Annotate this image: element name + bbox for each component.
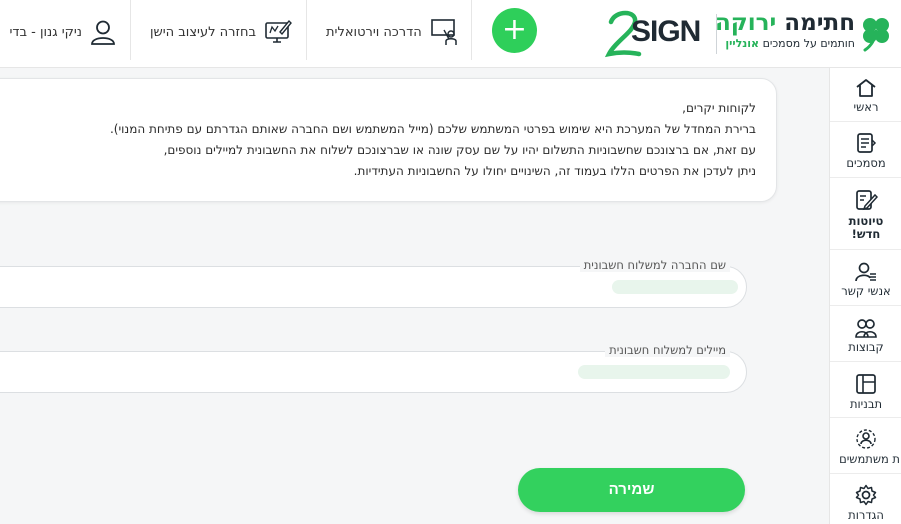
sidebar-item-home[interactable]: ראשי [830, 68, 901, 122]
notice-line-4: ניתן לעדכן את הפרטים הללו בעמוד זה, השינ… [353, 164, 756, 178]
sidebar-item-drafts[interactable]: טיוטות חדש! [830, 178, 901, 250]
sidebar-item-label: תבניות [849, 397, 883, 411]
user-name: ניקי גנון - בדי [9, 24, 83, 40]
header-divider [130, 0, 131, 60]
content-scroll-gutter [793, 68, 829, 524]
sidebar-item-label: אנשי קשר [841, 284, 891, 298]
save-button[interactable]: שמירה [518, 468, 745, 512]
virtual-guide-label: הדרכה וירטואלית [326, 24, 422, 40]
invoice-notice-box: לקוחות יקרים, ברירת המחדל של המערכת היא … [0, 78, 777, 202]
old-design-link[interactable]: בחזרה לעיצוב הישן [150, 14, 292, 50]
sidebar-item-label: ראשי [853, 100, 879, 114]
2sign-logo: SIGN [605, 6, 709, 62]
header-divider [471, 0, 472, 60]
brand-main-green: ירוקה [714, 10, 777, 36]
company-name-value[interactable] [612, 280, 738, 294]
notice-line-2: ברירת המחדל של המערכת היא שימוש בפרטי המ… [109, 122, 756, 136]
user-menu[interactable]: ניקי גנון - בדי [0, 14, 116, 50]
presentation-icon [430, 19, 457, 45]
contacts-icon [855, 262, 876, 282]
old-design-label: בחזרה לעיצוב הישן [150, 24, 256, 40]
design-monitor-icon [265, 19, 292, 43]
sidebar-item-label: מסמכים [846, 156, 886, 170]
sidebar-item-templates[interactable]: תבניות [830, 362, 901, 418]
groups-icon [855, 319, 877, 338]
sidebar-item-documents[interactable]: מסמכים [830, 122, 901, 178]
documents-icon [857, 133, 877, 153]
invoice-emails-field[interactable]: מיילים למשלוח חשבונית [0, 343, 747, 393]
sidebar-item-label: ת משתמשים [839, 453, 900, 466]
sidebar-item-contacts[interactable]: אנשי קשר [830, 250, 901, 306]
2sign-word: SIGN [631, 15, 701, 48]
sidebar-item-label: הגדרות [848, 508, 884, 522]
sidebar-item-groups[interactable]: קבוצות [830, 306, 901, 362]
users-management-icon [856, 429, 876, 449]
virtual-guide-link[interactable]: הדרכה וירטואלית [326, 14, 460, 50]
sidebar-item-users-management[interactable]: ת משתמשים [830, 418, 901, 474]
home-icon [856, 79, 876, 97]
company-name-label: שם החברה למשלוח חשבונית [579, 258, 730, 272]
add-button[interactable]: + [492, 8, 537, 53]
brand-main-dark: חתימה [784, 10, 855, 36]
clover-icon [863, 18, 889, 52]
sidebar-item-label: קבוצות [848, 340, 884, 354]
header-divider [306, 0, 307, 60]
user-icon [91, 20, 115, 45]
sidebar-nav: ראשי מסמכים טיוטות חדש! אנשי קשר קבוצות … [829, 68, 901, 524]
settings-icon [855, 484, 877, 506]
sidebar-item-settings[interactable]: הגדרות [830, 474, 901, 524]
top-header: ניקי גנון - בדי בחזרה לעיצוב הישן הדרכה … [0, 0, 901, 68]
company-name-field[interactable]: שם החברה למשלוח חשבונית [0, 258, 747, 308]
brand-sub-text: חותמים על מסמכים [762, 37, 855, 50]
brand-sub-green: אונליין [725, 37, 760, 50]
notice-line-3: עם זאת, אם ברצונכם שחשבוניות התשלום יהיו… [163, 143, 756, 157]
drafts-icon [856, 190, 878, 211]
brand-text: חתימה ירוקה חותמים על מסמכים אונליין [715, 10, 855, 50]
notice-line-1: לקוחות יקרים, [682, 101, 756, 115]
invoice-emails-label: מיילים למשלוח חשבונית [605, 343, 730, 357]
invoice-emails-value[interactable] [578, 365, 730, 379]
new-badge: חדש! [851, 227, 881, 241]
templates-icon [856, 374, 876, 394]
brand-logo[interactable]: SIGN חתימה ירוקה חותמים על מסמכים אונליי… [605, 6, 893, 62]
